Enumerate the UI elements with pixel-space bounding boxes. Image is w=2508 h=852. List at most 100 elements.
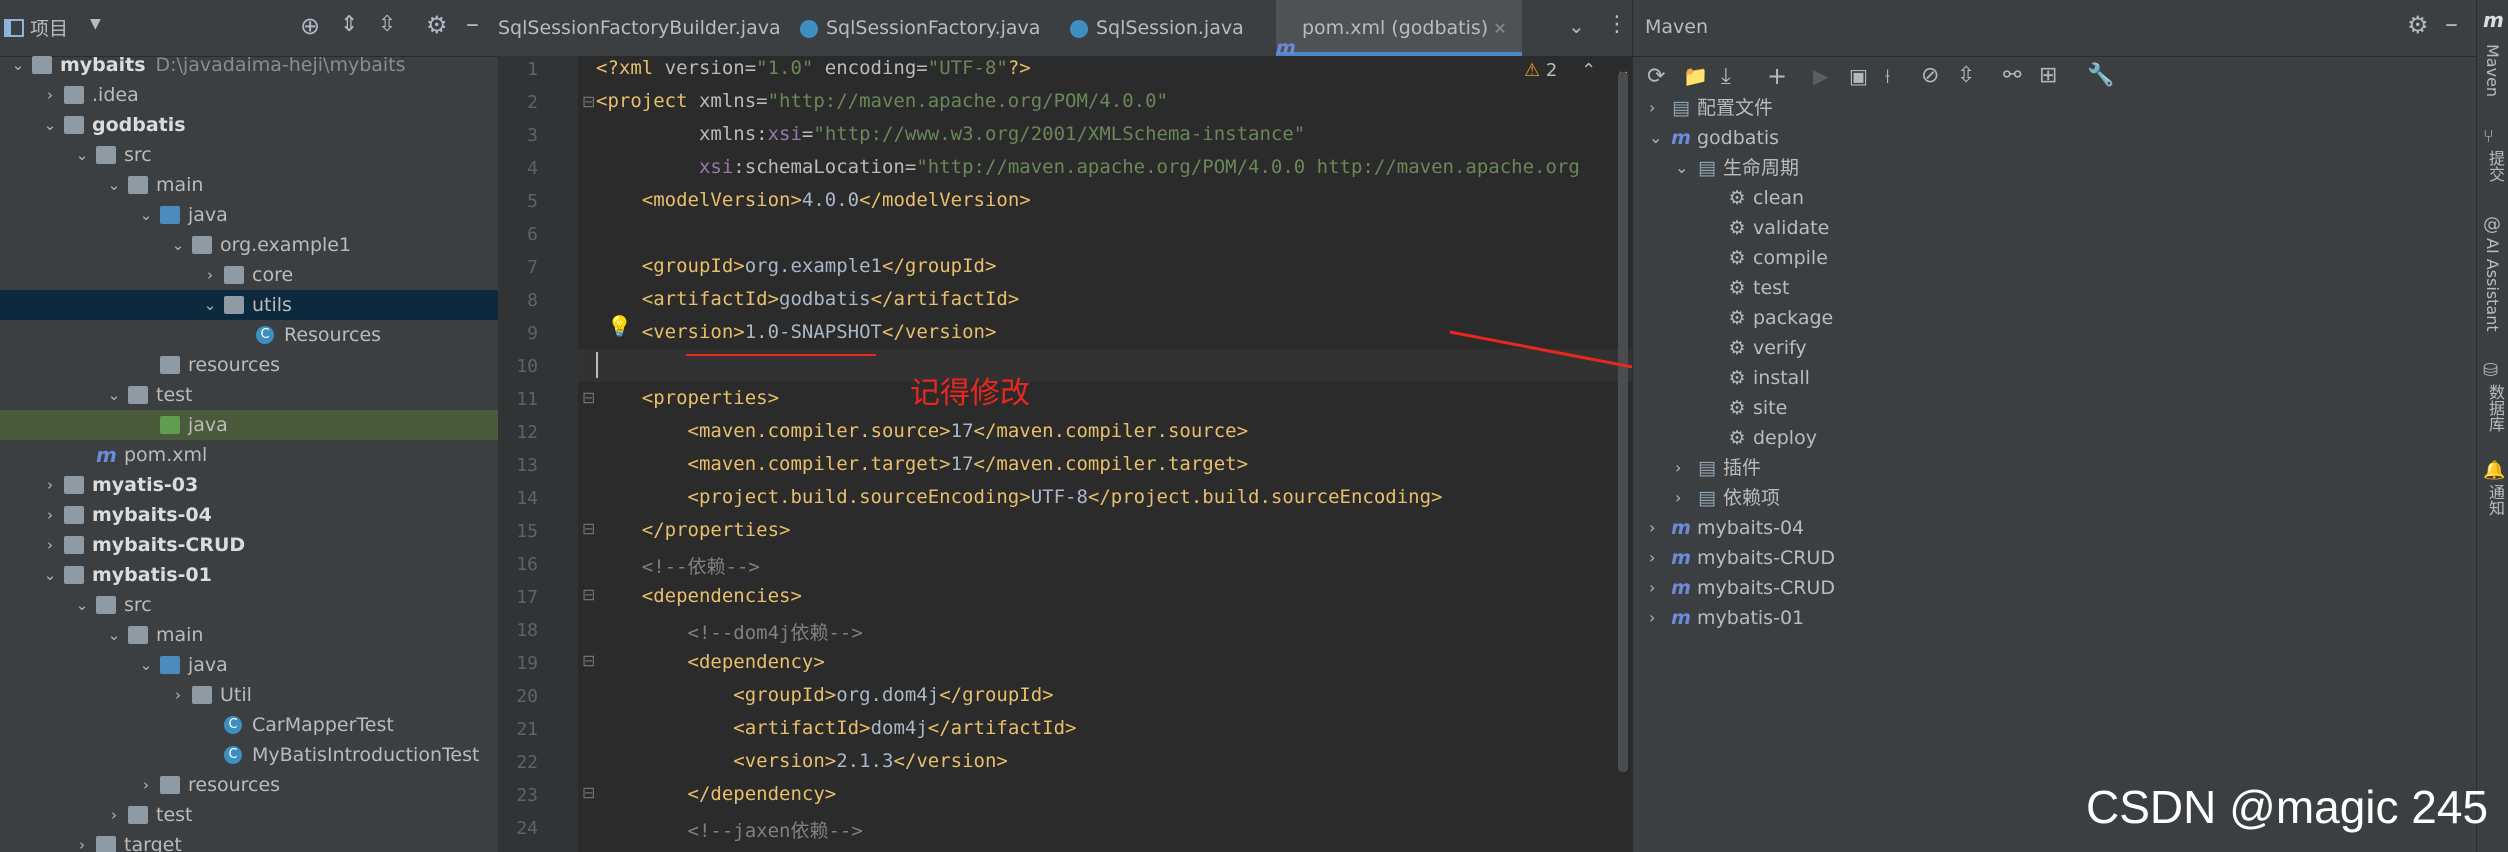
commit-icon[interactable]: ⑂: [2483, 126, 2494, 147]
expand-all-icon[interactable]: ⇕: [340, 12, 358, 37]
chevron-down-icon[interactable]: ⌄: [8, 50, 28, 80]
tree-item-mybaits-04[interactable]: › mybaits-04: [0, 500, 498, 530]
gear-icon[interactable]: ⚙: [426, 11, 448, 39]
chevron-right-icon[interactable]: ›: [1649, 93, 1655, 123]
maven-item-9[interactable]: ⚙ install: [1633, 363, 2477, 393]
maven-item-4[interactable]: ⚙ validate: [1633, 213, 2477, 243]
fold-marker-icon[interactable]: ⊟: [582, 585, 595, 604]
maven-item-12[interactable]: › ▤ 插件: [1633, 453, 2477, 483]
run-icon[interactable]: ▶: [1813, 64, 1828, 88]
code-line[interactable]: <version>1.0-SNAPSHOT</version>: [596, 321, 997, 343]
code-line[interactable]: <!--dom4j依赖-->: [596, 618, 863, 645]
tree-item-src[interactable]: ⌄ src: [0, 140, 498, 170]
chevron-down-icon[interactable]: ⌄: [72, 140, 92, 170]
code-line[interactable]: <!--依赖-->: [596, 552, 760, 579]
code-line[interactable]: <version>2.1.3</version>: [596, 750, 1008, 772]
maven-item-1[interactable]: ⌄ m godbatis: [1633, 123, 2477, 153]
tree-item-java[interactable]: java: [0, 410, 498, 440]
tab-3[interactable]: SqlSession.java: [1070, 0, 1268, 56]
chevron-down-icon[interactable]: ⌄: [104, 380, 124, 410]
tree-item-org-example1[interactable]: ⌄ org.example1: [0, 230, 498, 260]
code-line[interactable]: <?xml version="1.0" encoding="UTF-8"?>: [596, 57, 1031, 79]
tree-item-main[interactable]: ⌄ main: [0, 170, 498, 200]
code-line[interactable]: <properties>: [596, 387, 779, 409]
more-options-icon[interactable]: ⋮: [1606, 12, 1628, 37]
tree-item-main[interactable]: ⌄ main: [0, 620, 498, 650]
tool-window-commit[interactable]: 提交: [2483, 150, 2507, 182]
bell-icon[interactable]: 🔔: [2483, 460, 2505, 481]
code-line[interactable]: <groupId>org.example1</groupId>: [596, 255, 997, 277]
tool-window-notifications[interactable]: 通知: [2483, 484, 2507, 516]
chevron-down-icon[interactable]: ⌄: [136, 200, 156, 230]
chevron-right-icon[interactable]: ›: [72, 830, 92, 852]
chevron-right-icon[interactable]: ›: [40, 530, 60, 560]
chevron-right-icon[interactable]: ›: [200, 260, 220, 290]
chevron-down-icon[interactable]: ⌄: [40, 560, 60, 590]
code-line[interactable]: <maven.compiler.source>17</maven.compile…: [596, 420, 1249, 442]
maven-item-13[interactable]: › ▤ 依赖项: [1633, 483, 2477, 513]
skip-tests-icon[interactable]: ⊘: [1921, 63, 1939, 88]
reload-icon[interactable]: ⟳: [1647, 64, 1665, 89]
code-line[interactable]: xsi:schemaLocation="http://maven.apache.…: [596, 156, 1580, 178]
maven-item-7[interactable]: ⚙ package: [1633, 303, 2477, 333]
chevron-right-icon[interactable]: ›: [40, 470, 60, 500]
locate-icon[interactable]: ⊕: [300, 12, 320, 40]
chevron-right-icon[interactable]: ›: [1675, 453, 1681, 483]
chevron-right-icon[interactable]: ›: [1675, 483, 1681, 513]
execute-goal-icon[interactable]: ▣: [1849, 64, 1868, 88]
code-line[interactable]: <project.build.sourceEncoding>UTF-8</pro…: [596, 486, 1443, 508]
tree-item-resources[interactable]: C Resources: [0, 320, 498, 350]
tree-item-godbatis[interactable]: ⌄ godbatis: [0, 110, 498, 140]
maven-item-17[interactable]: › m mybatis-01: [1633, 603, 2477, 633]
chevron-down-icon[interactable]: ⌄: [200, 290, 220, 320]
download-icon[interactable]: ⤓: [1721, 64, 1731, 89]
tree-item-mybatisintroductiontest[interactable]: C MyBatisIntroductionTest: [0, 740, 498, 770]
fold-marker-icon[interactable]: ⊟: [582, 783, 595, 802]
code-line[interactable]: <project xmlns="http://maven.apache.org/…: [596, 90, 1168, 112]
maven-item-10[interactable]: ⚙ site: [1633, 393, 2477, 423]
code-line[interactable]: <artifactId>godbatis</artifactId>: [596, 288, 1020, 310]
tree-item-java[interactable]: ⌄ java: [0, 200, 498, 230]
tab-2[interactable]: SqlSessionFactory.java: [800, 0, 1062, 56]
gear-icon[interactable]: ⚙: [2407, 11, 2429, 39]
hide-panel-icon[interactable]: –: [2445, 9, 2458, 39]
maven-item-0[interactable]: › ▤ 配置文件: [1633, 93, 2477, 123]
tab-4[interactable]: m pom.xml (godbatis) ✕: [1276, 0, 1522, 59]
code-line[interactable]: <dependency>: [596, 651, 825, 673]
chevron-down-icon[interactable]: ▼: [90, 16, 101, 32]
maven-item-2[interactable]: ⌄ ▤ 生命周期: [1633, 153, 2477, 183]
toggle-offline-icon[interactable]: ⟊: [1885, 64, 1890, 88]
maven-item-14[interactable]: › m mybaits-04: [1633, 513, 2477, 543]
tree-item-target[interactable]: › target: [0, 830, 498, 852]
chevron-right-icon[interactable]: ›: [104, 800, 124, 830]
chevron-right-icon[interactable]: ›: [1649, 573, 1655, 603]
chevron-right-icon[interactable]: ›: [40, 80, 60, 110]
intention-bulb-icon[interactable]: 💡: [607, 314, 632, 338]
tree-item-mybatis-01[interactable]: ⌄ mybatis-01: [0, 560, 498, 590]
fold-marker-icon[interactable]: ⊟: [582, 92, 595, 111]
chevron-down-icon[interactable]: ⌄: [104, 620, 124, 650]
code-line[interactable]: <modelVersion>4.0.0</modelVersion>: [596, 189, 1031, 211]
show-diagram-icon[interactable]: ⊞: [2039, 63, 2057, 88]
tree-item-src[interactable]: ⌄ src: [0, 590, 498, 620]
chevron-down-icon[interactable]: ⌄: [168, 230, 188, 260]
tab-list-chevron-down-icon[interactable]: ⌄: [1568, 14, 1585, 38]
editor-scrollbar[interactable]: [1618, 72, 1628, 772]
collapse-all-icon[interactable]: ⇳: [1957, 63, 1975, 88]
code-line[interactable]: xmlns:xsi="http://www.w3.org/2001/XMLSch…: [596, 123, 1305, 145]
chevron-down-icon[interactable]: ⌄: [40, 110, 60, 140]
maven-icon[interactable]: m: [2483, 8, 2504, 32]
tree-item-test[interactable]: › test: [0, 800, 498, 830]
project-view-icon[interactable]: [4, 19, 24, 37]
chevron-right-icon[interactable]: ›: [40, 500, 60, 530]
tree-item-myatis-03[interactable]: › myatis-03: [0, 470, 498, 500]
fold-marker-icon[interactable]: ⊟: [582, 651, 595, 670]
tree-item-pom-xml[interactable]: m pom.xml: [0, 440, 498, 470]
chevron-down-icon[interactable]: ⌄: [1675, 153, 1688, 183]
code-line[interactable]: </dependency>: [596, 783, 837, 805]
maven-item-8[interactable]: ⚙ verify: [1633, 333, 2477, 363]
tree-item-mybaits-crud[interactable]: › mybaits-CRUD: [0, 530, 498, 560]
code-line[interactable]: <groupId>org.dom4j</groupId>: [596, 684, 1053, 706]
inspection-widget[interactable]: ⚠ 2 ⌃ ⌄: [1524, 60, 1631, 81]
chevron-right-icon[interactable]: ›: [136, 770, 156, 800]
